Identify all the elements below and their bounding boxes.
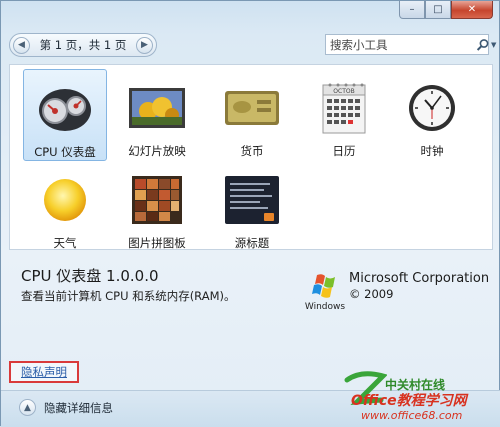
picture-puzzle-icon bbox=[127, 171, 187, 229]
search-button[interactable]: ▼ bbox=[476, 35, 496, 54]
search-icon bbox=[476, 38, 489, 51]
gadget-label: 日历 bbox=[332, 144, 356, 158]
gadget-gallery-window: – □ ✕ ◀ 第 1 页，共 1 页 ▶ ▼ bbox=[0, 0, 500, 427]
watermark-line-2: Office教程学习网 bbox=[351, 393, 467, 409]
minimize-button[interactable]: – bbox=[399, 1, 425, 19]
gadget-tile-picture-puzzle[interactable]: 图片拼图板 bbox=[115, 161, 199, 253]
search-box: ▼ bbox=[325, 34, 496, 55]
restore-button[interactable]: □ bbox=[425, 1, 451, 19]
hide-details-toggle[interactable]: ▲ 隐藏详细信息 bbox=[19, 399, 113, 416]
chevron-right-icon: ▶ bbox=[141, 40, 148, 50]
gadget-tile-currency[interactable]: 货币 bbox=[210, 69, 294, 161]
chevron-up-icon: ▲ bbox=[24, 402, 31, 413]
page-navigator: ◀ 第 1 页，共 1 页 ▶ bbox=[9, 33, 157, 57]
slideshow-icon bbox=[127, 79, 187, 137]
currency-icon bbox=[222, 79, 282, 137]
cpu-meter-icon bbox=[35, 80, 95, 138]
windows-logo: Windows bbox=[305, 274, 345, 311]
gadget-detail-description: 查看当前计算机 CPU 和系统内存(RAM)。 bbox=[21, 289, 236, 303]
publisher-name: Microsoft Corporation bbox=[349, 271, 490, 286]
gadget-tile-clock[interactable]: 时钟 bbox=[390, 69, 474, 161]
gadget-tile-calendar[interactable]: OCTOB 日历 bbox=[302, 69, 386, 161]
chevron-left-icon: ◀ bbox=[18, 40, 25, 50]
site-watermark: 中关村在线 Office教程学习网 www.office68.com bbox=[343, 370, 493, 426]
publisher-info: Windows Microsoft Corporation © 2009 bbox=[303, 271, 493, 311]
calendar-month-text: OCTOB bbox=[333, 88, 354, 95]
gadget-label: 幻灯片放映 bbox=[128, 144, 186, 158]
gadget-label: 货币 bbox=[240, 144, 264, 158]
weather-icon bbox=[35, 171, 95, 229]
copyright-year: © 2009 bbox=[349, 287, 394, 301]
collapse-button[interactable]: ▲ bbox=[19, 399, 36, 416]
clock-icon bbox=[402, 79, 462, 137]
page-indicator: 第 1 页，共 1 页 bbox=[39, 38, 127, 52]
caption-buttons: – □ ✕ bbox=[399, 1, 493, 19]
gadget-detail-title: CPU 仪表盘 1.0.0.0 bbox=[21, 267, 159, 285]
next-page-button[interactable]: ▶ bbox=[135, 36, 153, 54]
close-button[interactable]: ✕ bbox=[451, 1, 493, 19]
watermark-url: www.office68.com bbox=[361, 409, 463, 422]
gadget-tile-slideshow[interactable]: 幻灯片放映 bbox=[115, 69, 199, 161]
gadget-tile-cpu-meter[interactable]: CPU 仪表盘 bbox=[23, 69, 107, 161]
gadget-gallery: CPU 仪表盘 幻灯片放映 货币 OCTOB 日历 时钟 天气 图片拼图板 源标… bbox=[9, 64, 493, 250]
feed-headlines-icon bbox=[222, 171, 282, 229]
gadget-tile-weather[interactable]: 天气 bbox=[23, 161, 107, 253]
gadget-label: 源标题 bbox=[234, 236, 270, 250]
windows-logo-text: Windows bbox=[305, 302, 345, 311]
dropdown-arrow-icon: ▼ bbox=[491, 40, 497, 49]
previous-page-button[interactable]: ◀ bbox=[13, 36, 30, 54]
hide-details-label: 隐藏详细信息 bbox=[44, 400, 113, 415]
gadget-tile-feed-headlines[interactable]: 源标题 bbox=[210, 161, 294, 253]
gadget-label: 图片拼图板 bbox=[128, 236, 186, 250]
privacy-statement-link[interactable]: 隐私声明 bbox=[9, 361, 79, 383]
search-input[interactable] bbox=[330, 37, 476, 52]
gadget-label: 天气 bbox=[53, 236, 77, 250]
gadget-label: CPU 仪表盘 bbox=[34, 145, 96, 159]
calendar-icon: OCTOB bbox=[314, 79, 374, 137]
gadget-label: 时钟 bbox=[420, 144, 444, 158]
